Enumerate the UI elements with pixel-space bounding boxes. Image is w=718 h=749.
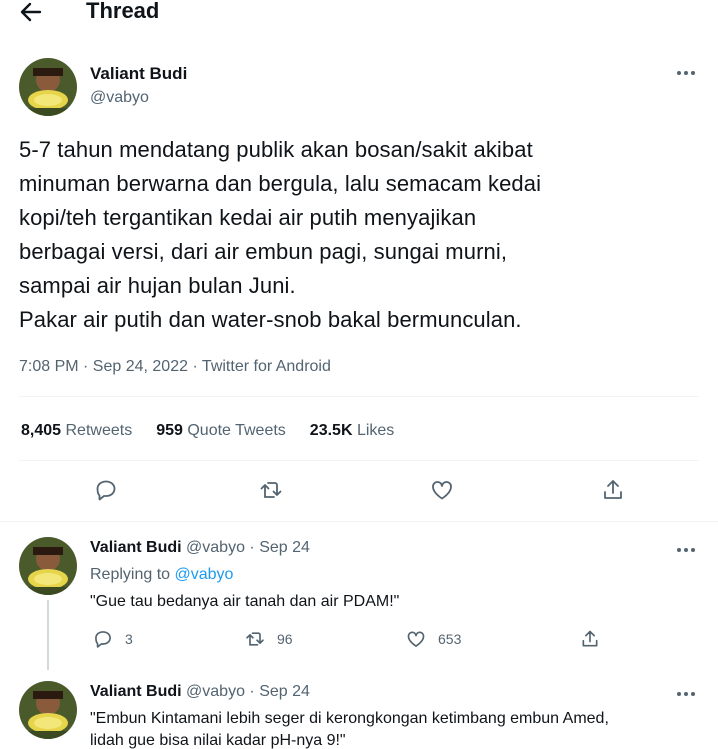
more-icon[interactable] — [674, 542, 698, 558]
tweet-stats: 8,405 Retweets 959 Quote Tweets 23.5K Li… — [21, 422, 418, 440]
tweet-text: 5-7 tahun mendatang publik akan bosan/sa… — [19, 137, 542, 332]
retweets-label: Retweets — [65, 422, 133, 439]
avatar[interactable] — [19, 681, 77, 739]
likes-stat[interactable]: 23.5K Likes — [310, 422, 395, 440]
divider — [19, 396, 699, 397]
reply-header: Valiant Budi @vabyo · Sep 24 — [90, 539, 310, 557]
tweet-meta[interactable]: 7:08 PM · Sep 24, 2022 · Twitter for And… — [19, 358, 331, 376]
like-button[interactable]: 653 — [406, 629, 461, 649]
avatar[interactable] — [19, 537, 77, 595]
thread-line — [47, 600, 49, 670]
share-button[interactable] — [580, 629, 600, 649]
like-count: 653 — [438, 631, 462, 647]
thread-header: Thread — [0, 0, 718, 30]
share-icon[interactable] — [601, 478, 625, 502]
reply-text: "Gue tau bedanya air tanah dan air PDAM!… — [90, 593, 400, 610]
replying-to-link[interactable]: @vabyo — [175, 566, 234, 583]
reply-date[interactable]: · Sep 24 — [249, 539, 309, 556]
likes-label: Likes — [356, 422, 395, 439]
reply-count: 3 — [125, 631, 133, 647]
retweets-count: 8,405 — [21, 422, 62, 439]
author-handle[interactable]: @vabyo — [186, 683, 245, 700]
reply-icon[interactable] — [94, 478, 118, 502]
retweets-stat[interactable]: 8,405 Retweets — [21, 422, 132, 440]
reply-date[interactable]: · Sep 24 — [249, 683, 309, 700]
divider — [19, 460, 699, 461]
share-icon — [580, 629, 600, 649]
author-name[interactable]: Valiant Budi — [90, 539, 182, 556]
quotes-stat[interactable]: 959 Quote Tweets — [156, 422, 286, 440]
divider — [0, 521, 718, 522]
author-handle[interactable]: @vabyo — [90, 89, 149, 107]
like-icon — [406, 629, 426, 649]
quotes-label: Quote Tweets — [187, 422, 286, 439]
retweet-icon — [245, 629, 265, 649]
retweet-button[interactable]: 96 — [245, 629, 293, 649]
author-name[interactable]: Valiant Budi — [90, 64, 187, 84]
replying-prefix: Replying to — [90, 566, 171, 583]
retweet-count: 96 — [277, 631, 293, 647]
reply-header: Valiant Budi @vabyo · Sep 24 — [90, 683, 310, 701]
reply-text: "Embun Kintamani lebih seger di kerongko… — [90, 708, 710, 749]
avatar[interactable] — [19, 58, 77, 116]
author-name[interactable]: Valiant Budi — [90, 683, 182, 700]
quotes-count: 959 — [156, 422, 183, 439]
reply-icon — [93, 629, 113, 649]
reply-button[interactable]: 3 — [93, 629, 133, 649]
like-icon[interactable] — [430, 478, 454, 502]
thread-page: Thread Valiant Budi @vabyo 5-7 tahun men… — [0, 0, 718, 749]
reply-text-line: lidah gue bisa nilai kadar pH-nya 9!" — [90, 732, 346, 749]
reply-text-line: "Embun Kintamani lebih seger di kerongko… — [90, 710, 609, 727]
more-icon[interactable] — [674, 65, 698, 81]
likes-count: 23.5K — [309, 422, 353, 439]
retweet-icon[interactable] — [259, 478, 283, 502]
more-icon[interactable] — [674, 686, 698, 702]
page-title: Thread — [86, 0, 160, 23]
author-handle[interactable]: @vabyo — [186, 539, 245, 556]
back-arrow-icon[interactable] — [18, 0, 44, 24]
replying-to: Replying to @vabyo — [90, 566, 233, 584]
